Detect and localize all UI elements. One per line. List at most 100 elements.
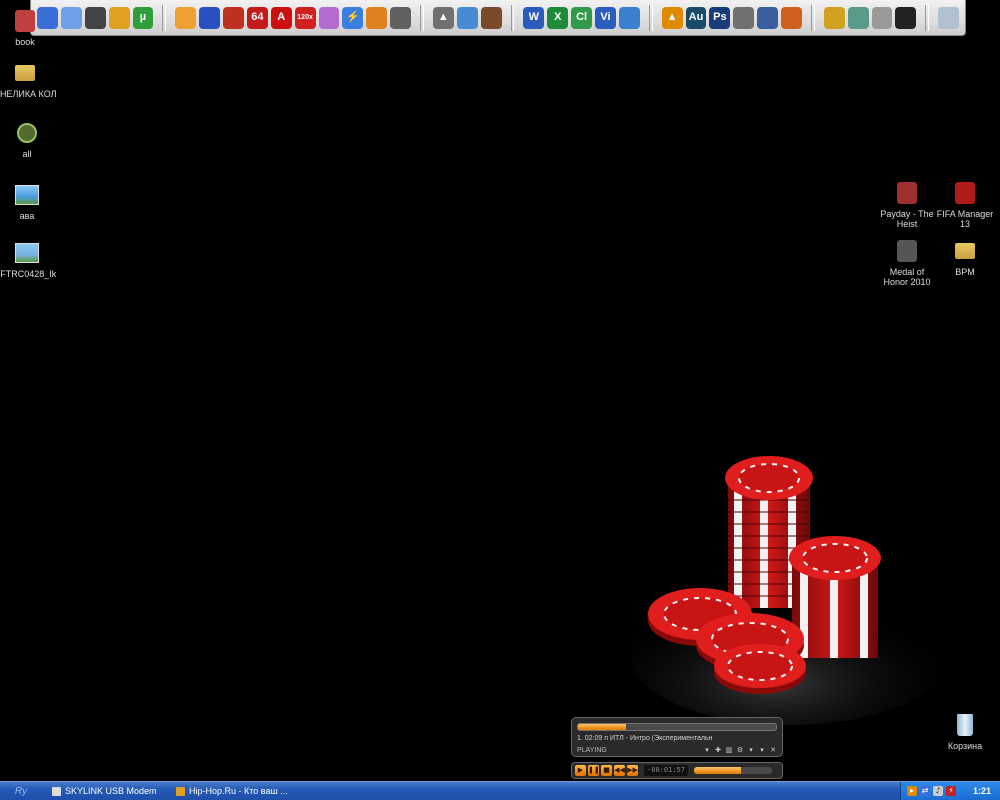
folder-icon (952, 238, 978, 264)
word-icon[interactable]: W (523, 6, 545, 29)
audition-icon[interactable]: Au (685, 6, 707, 29)
network-tray-icon[interactable]: ⇄ (920, 786, 930, 796)
player-mini-controls: ▾ ✚ ▥ ⚙ ▾ ▾ ✕ (703, 746, 777, 754)
folder-icon (12, 60, 38, 86)
excel-icon[interactable]: X (547, 6, 569, 29)
volume-fill (694, 767, 741, 774)
toolbar-separator (648, 4, 653, 31)
settings-icon[interactable]: ⚙ (736, 746, 744, 754)
start-button[interactable]: Ry (0, 782, 42, 800)
triangle-app-icon[interactable]: ▲ (432, 6, 454, 29)
playlist-icon (14, 120, 40, 146)
desktop-shortcut[interactable]: ава (0, 182, 62, 221)
antivirus-tray-icon[interactable]: ⚡ (946, 786, 956, 796)
desktop-shortcut-label: ава (19, 211, 35, 221)
fifa-manager-icon (952, 180, 978, 206)
folder-open-icon[interactable] (60, 6, 82, 29)
track-progress-bar[interactable] (577, 723, 777, 731)
recycle-bin-label: Корзина (947, 741, 983, 751)
desktop-shortcut-label: ИНЕЛИКА КОЛ (0, 89, 57, 99)
window-icon[interactable] (847, 6, 869, 29)
desktop-shortcut-label: BPM (955, 267, 975, 277)
paint-brush-icon[interactable] (456, 6, 478, 29)
grid-app-icon[interactable] (781, 6, 802, 29)
utorrent-icon[interactable]: µ (132, 6, 154, 29)
track-progress-fill (578, 724, 626, 730)
modem-icon (52, 786, 61, 796)
outlook-icon[interactable] (618, 6, 640, 29)
clock[interactable]: 1:21 (973, 786, 991, 796)
desktop-shortcut-label: FIFA Manager 13 (936, 209, 994, 229)
volume-tray-icon[interactable]: ♪ (933, 786, 943, 796)
taskbar-button-label: Hip-Hop.Ru - Кто ваш ... (189, 786, 288, 796)
quick-launch-toolbar: µ 64 A 120x ⚡ ▲ W X Cl Vi ▲ Au Ps (30, 0, 966, 36)
curve-icon[interactable] (733, 6, 755, 29)
desktop-shortcut-label: Medal of Honor 2010 (883, 267, 931, 287)
pin-icon[interactable]: ▾ (758, 746, 766, 754)
aida64-icon[interactable]: 64 (246, 6, 268, 29)
disc-icon[interactable] (318, 6, 340, 29)
desktop-shortcut[interactable]: all (0, 120, 62, 159)
ccleaner-icon[interactable] (223, 6, 244, 29)
poker-chips-wallpaper (630, 456, 950, 725)
chart-app-icon[interactable] (757, 6, 779, 29)
stop-button[interactable]: ■ (601, 765, 612, 776)
toolbar-separator (162, 4, 167, 31)
floppy-icon[interactable] (199, 6, 221, 29)
key-icon[interactable] (823, 6, 845, 29)
tshirt-icon[interactable] (895, 6, 917, 29)
play-button[interactable]: ▶ (575, 765, 586, 776)
recycle-bin[interactable]: Корзина (930, 712, 1000, 751)
pause-button[interactable]: ❚❚ (588, 765, 600, 776)
calc-icon[interactable]: Cl (571, 6, 593, 29)
acrobat-icon[interactable]: A (270, 6, 292, 29)
toolbar-separator (420, 4, 424, 31)
settings-page-icon[interactable] (938, 6, 960, 29)
desktop-shortcut-label: all (22, 149, 32, 159)
desktop-shortcut[interactable]: FIFA Manager 13 (930, 180, 1000, 229)
tools-icon[interactable] (390, 6, 412, 29)
image-file-icon (14, 240, 40, 266)
desktop-shortcut[interactable]: book (0, 8, 60, 47)
desktop-shortcut-label: IFTRC0428_Ik (0, 269, 57, 279)
bear-icon[interactable] (480, 6, 502, 29)
media-player-window[interactable]: 1. 02:09 п ИТЛ - Интро (Экспериментальн … (571, 717, 783, 757)
device-icon[interactable] (84, 6, 106, 29)
image-file-icon (14, 182, 40, 208)
taskbar-button[interactable]: SKYLINK USB Modem (48, 783, 166, 799)
system-tray: ▸ ⇄ ♪ ⚡ 1:21 (900, 782, 1000, 800)
desktop-shortcut[interactable]: BPM (930, 238, 1000, 277)
cloud-icon[interactable] (871, 6, 893, 29)
taskbar: Ry SKYLINK USB Modem Hip-Hop.Ru - Кто ваш… (0, 781, 1000, 800)
taskbar-button-label: SKYLINK USB Modem (65, 786, 157, 796)
desktop-shortcut[interactable]: IFTRC0428_Ik (0, 240, 62, 279)
desktop: µ64A120x⚡▲WXClVi▲AuPs bookИНЕЛИКА КОЛall… (0, 0, 1000, 800)
recycle-bin-icon (952, 712, 978, 738)
close-icon[interactable]: ✕ (769, 746, 777, 754)
previous-button[interactable]: ◀◀ (614, 765, 625, 776)
game-icon (894, 238, 920, 264)
aimp-icon[interactable]: ▲ (661, 6, 683, 29)
shuffle-icon[interactable]: ▾ (703, 746, 711, 754)
next-button[interactable]: ▶▶ (627, 765, 638, 776)
books-icon (12, 8, 38, 34)
minimize-icon[interactable]: ▾ (747, 746, 755, 754)
equalizer-icon[interactable]: ▥ (725, 746, 733, 754)
fire-icon[interactable] (366, 6, 388, 29)
desktop-shortcut[interactable]: ИНЕЛИКА КОЛ (0, 60, 60, 99)
playback-status: PLAYING (577, 747, 607, 754)
paint-icon[interactable] (175, 6, 197, 29)
desktop-shortcut-label: book (15, 37, 35, 47)
playback-time: -00:01:57 (644, 765, 688, 776)
track-title: 1. 02:09 п ИТЛ - Интро (Экспериментальн (577, 735, 713, 742)
zoom-icon[interactable]: 120x (294, 6, 316, 29)
visio-icon[interactable]: Vi (595, 6, 616, 29)
repeat-icon[interactable]: ✚ (714, 746, 722, 754)
aimp-tray-icon[interactable]: ▸ (907, 786, 917, 796)
media-player-controls: ▶ ❚❚ ■ ◀◀ ▶▶ -00:01:57 (571, 762, 783, 779)
lightning-icon[interactable]: ⚡ (342, 6, 364, 29)
photoshop-icon[interactable]: Ps (709, 6, 731, 29)
chrome-icon[interactable] (108, 6, 130, 29)
volume-slider[interactable] (694, 767, 772, 774)
taskbar-button[interactable]: Hip-Hop.Ru - Кто ваш ... (172, 783, 290, 799)
